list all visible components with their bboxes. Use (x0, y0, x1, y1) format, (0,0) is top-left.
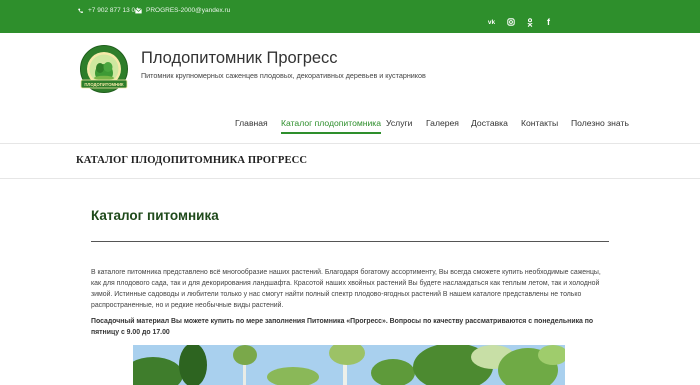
nav-item-services[interactable]: Услуги (386, 118, 412, 128)
catalog-photo (133, 345, 565, 385)
odnoklassniki-icon[interactable] (525, 18, 534, 27)
social-links: vk f (487, 18, 553, 27)
intro-paragraph: В каталоге питомника представлено всё мн… (91, 269, 601, 309)
nav-item-contacts[interactable]: Контакты (521, 118, 558, 128)
phone-number: +7 902 877 13 04 (88, 7, 139, 14)
nav-item-gallery[interactable]: Галерея (426, 118, 459, 128)
divider (91, 241, 609, 242)
content-heading: Каталог питомника (91, 208, 219, 223)
vk-icon[interactable]: vk (487, 18, 496, 27)
instagram-icon[interactable] (506, 18, 515, 27)
logo-text: ПЛОДОПИТОМНИК (84, 82, 124, 87)
page-title: КАТАЛОГ ПЛОДОПИТОМНИКА ПРОГРЕСС (76, 155, 308, 166)
email-address: PROGRES-2000@yandex.ru (146, 7, 231, 14)
facebook-icon[interactable]: f (544, 18, 553, 27)
email-contact[interactable]: PROGRES-2000@yandex.ru (135, 7, 230, 14)
phone-icon (78, 8, 83, 13)
site-description: Питомник крупномерных саженцев плодовых,… (141, 71, 426, 80)
site-logo[interactable]: ПЛОДОПИТОМНИК (79, 44, 129, 94)
nav-item-catalog[interactable]: Каталог плодопитомника (281, 118, 382, 134)
site-title[interactable]: Плодопитомник Прогресс (141, 49, 338, 68)
phone-contact[interactable]: +7 902 877 13 04 (77, 7, 139, 14)
notice-paragraph: Посадочный материал Вы можете купить по … (91, 318, 594, 336)
envelope-icon (135, 7, 142, 13)
nav-item-delivery[interactable]: Доставка (471, 118, 508, 128)
top-bar: +7 902 877 13 04 PROGRES-2000@yandex.ru … (0, 0, 700, 33)
main-navigation: Главная Каталог плодопитомника Услуги Га… (0, 118, 700, 134)
page-banner: КАТАЛОГ ПЛОДОПИТОМНИКА ПРОГРЕСС (0, 143, 700, 179)
nav-item-useful[interactable]: Полезно знать (571, 118, 629, 128)
nav-item-home[interactable]: Главная (235, 118, 268, 128)
